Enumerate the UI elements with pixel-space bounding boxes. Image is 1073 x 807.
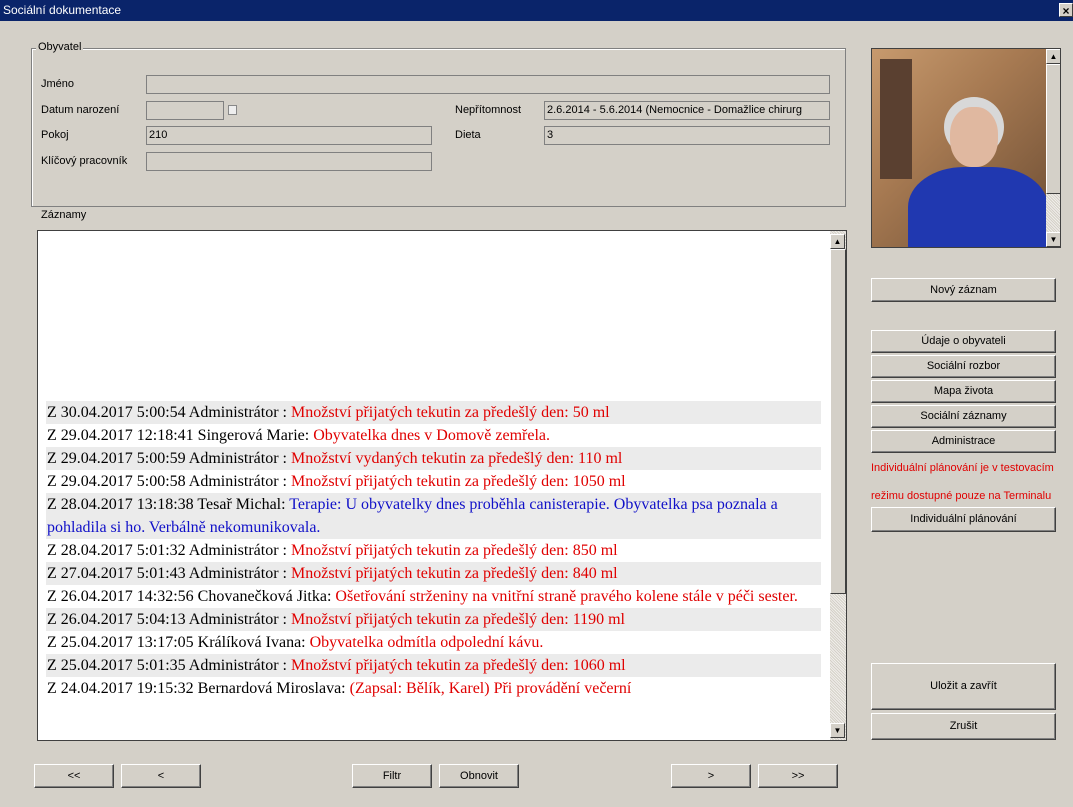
diet-label: Dieta — [455, 129, 481, 141]
refresh-button[interactable]: Obnovit — [439, 764, 519, 788]
record-header: Z 25.04.2017 13:17:05 Králíková Ivana: — [47, 634, 310, 651]
record-row[interactable]: Z 29.04.2017 5:00:58 Administrátor : Mno… — [46, 470, 821, 493]
records-panel[interactable]: Z 30.04.2017 5:00:54 Administrátor : Mno… — [37, 230, 847, 741]
record-row[interactable]: Z 30.04.2017 5:00:54 Administrátor : Mno… — [46, 401, 821, 424]
record-row[interactable]: Z 25.04.2017 13:17:05 Králíková Ivana: O… — [46, 631, 821, 654]
record-header: Z 24.04.2017 19:15:32 Bernardová Mirosla… — [47, 680, 350, 697]
individual-planning-button[interactable]: Individuální plánování — [871, 507, 1056, 532]
keyworker-field[interactable] — [146, 152, 432, 171]
record-row[interactable]: Z 26.04.2017 14:32:56 Chovanečková Jitka… — [46, 585, 821, 608]
prev-page-button[interactable]: < — [121, 764, 201, 788]
absence-field[interactable]: 2.6.2014 - 5.6.2014 (Nemocnice - Domažli… — [544, 101, 830, 120]
save-close-button[interactable]: Uložit a zavřít — [871, 663, 1056, 710]
diet-field[interactable]: 3 — [544, 126, 830, 145]
window-title: Sociální dokumentace — [3, 3, 122, 17]
cancel-button[interactable]: Zrušit — [871, 713, 1056, 740]
records-list: Z 30.04.2017 5:00:54 Administrátor : Mno… — [46, 389, 821, 700]
record-row[interactable]: Z 25.04.2017 5:01:35 Administrátor : Mno… — [46, 654, 821, 677]
scroll-down-icon[interactable]: ▼ — [830, 723, 845, 738]
administration-button[interactable]: Administrace — [871, 430, 1056, 453]
resident-photo: ▲ ▼ — [871, 48, 1061, 248]
photo-scrollbar[interactable]: ▲ ▼ — [1046, 49, 1060, 247]
birth-date-label: Datum narození — [41, 104, 120, 116]
scroll-down-icon[interactable]: ▼ — [1046, 232, 1060, 247]
records-scrollbar[interactable]: ▲ ▼ — [830, 231, 846, 740]
record-text: Množství přijatých tekutin za předešlý d… — [291, 611, 625, 628]
record-text: Obyvatelka odmítla odpolední kávu. — [309, 634, 544, 651]
planning-warning-line1: Individuální plánování je v testovacím — [871, 462, 1054, 474]
record-header: Z 29.04.2017 12:18:41 Singerová Marie: — [47, 427, 314, 444]
record-row[interactable]: Z 24.04.2017 19:15:32 Bernardová Mirosla… — [46, 677, 821, 700]
birth-date-field[interactable] — [146, 101, 224, 120]
record-header: Z 29.04.2017 5:00:59 Administrátor : — [47, 450, 291, 467]
social-analysis-button[interactable]: Sociální rozbor — [871, 355, 1056, 378]
last-page-button[interactable]: >> — [758, 764, 838, 788]
first-page-button[interactable]: << — [34, 764, 114, 788]
records-label: Záznamy — [41, 209, 87, 221]
record-text: Množství přijatých tekutin za předešlý d… — [291, 565, 618, 582]
room-label: Pokoj — [41, 129, 69, 141]
record-row[interactable]: Z 28.04.2017 5:01:32 Administrátor : Mno… — [46, 539, 821, 562]
record-header: Z 25.04.2017 5:01:35 Administrátor : — [47, 657, 291, 674]
new-record-button[interactable]: Nový záznam — [871, 278, 1056, 302]
record-text: Množství vydaných tekutin za předešlý de… — [291, 450, 623, 467]
next-page-button[interactable]: > — [671, 764, 751, 788]
name-label: Jméno — [41, 78, 75, 90]
room-field[interactable]: 210 — [146, 126, 432, 145]
record-row[interactable]: Z 29.04.2017 12:18:41 Singerová Marie: O… — [46, 424, 821, 447]
life-map-button[interactable]: Mapa života — [871, 380, 1056, 403]
record-row[interactable]: Z 28.04.2017 13:18:38 Tesař Michal: Tera… — [46, 493, 821, 539]
record-header: Z 29.04.2017 5:00:58 Administrátor : — [47, 473, 291, 490]
record-text: Množství přijatých tekutin za předešlý d… — [291, 542, 618, 559]
record-header: Z 27.04.2017 5:01:43 Administrátor : — [47, 565, 291, 582]
record-header: Z 26.04.2017 5:04:13 Administrátor : — [47, 611, 291, 628]
record-text: Množství přijatých tekutin za předešlý d… — [291, 404, 610, 421]
name-field[interactable] — [146, 75, 830, 94]
record-row[interactable]: Z 27.04.2017 5:01:43 Administrátor : Mno… — [46, 562, 821, 585]
records-scroll-thumb[interactable] — [830, 249, 846, 594]
record-text: Množství přijatých tekutin za předešlý d… — [291, 657, 626, 674]
planning-warning-line2: režimu dostupné pouze na Terminalu — [871, 490, 1052, 502]
record-header: Z 28.04.2017 5:01:32 Administrátor : — [47, 542, 291, 559]
social-records-button[interactable]: Sociální záznamy — [871, 405, 1056, 428]
keyworker-label: Klíčový pracovník — [41, 155, 128, 167]
scroll-up-icon[interactable]: ▲ — [830, 234, 845, 249]
record-row[interactable]: Z 29.04.2017 5:00:59 Administrátor : Mno… — [46, 447, 821, 470]
title-bar: Sociální dokumentace × — [0, 0, 1073, 21]
record-header: Z 28.04.2017 13:18:38 Tesař Michal: — [47, 496, 290, 513]
record-text: Ošetřování strženiny na vnitřní straně p… — [335, 588, 798, 605]
calendar-icon[interactable] — [228, 105, 237, 115]
absence-label: Nepřítomnost — [455, 104, 522, 116]
resident-info-button[interactable]: Údaje o obyvateli — [871, 330, 1056, 353]
record-text: (Zapsal: Bělík, Karel) Při provádění več… — [349, 680, 632, 697]
cut-record-line — [46, 389, 821, 401]
resident-legend: Obyvatel — [36, 41, 84, 53]
record-text: Obyvatelka dnes v Domově zemřela. — [313, 427, 550, 444]
photo-scroll-thumb[interactable] — [1046, 64, 1060, 194]
record-text: Množství přijatých tekutin za předešlý d… — [291, 473, 626, 490]
scroll-up-icon[interactable]: ▲ — [1046, 49, 1060, 64]
record-header: Z 26.04.2017 14:32:56 Chovanečková Jitka… — [47, 588, 336, 605]
record-row[interactable]: Z 26.04.2017 5:04:13 Administrátor : Mno… — [46, 608, 821, 631]
record-header: Z 30.04.2017 5:00:54 Administrátor : — [47, 404, 291, 421]
close-icon[interactable]: × — [1059, 3, 1073, 18]
filter-button[interactable]: Filtr — [352, 764, 432, 788]
